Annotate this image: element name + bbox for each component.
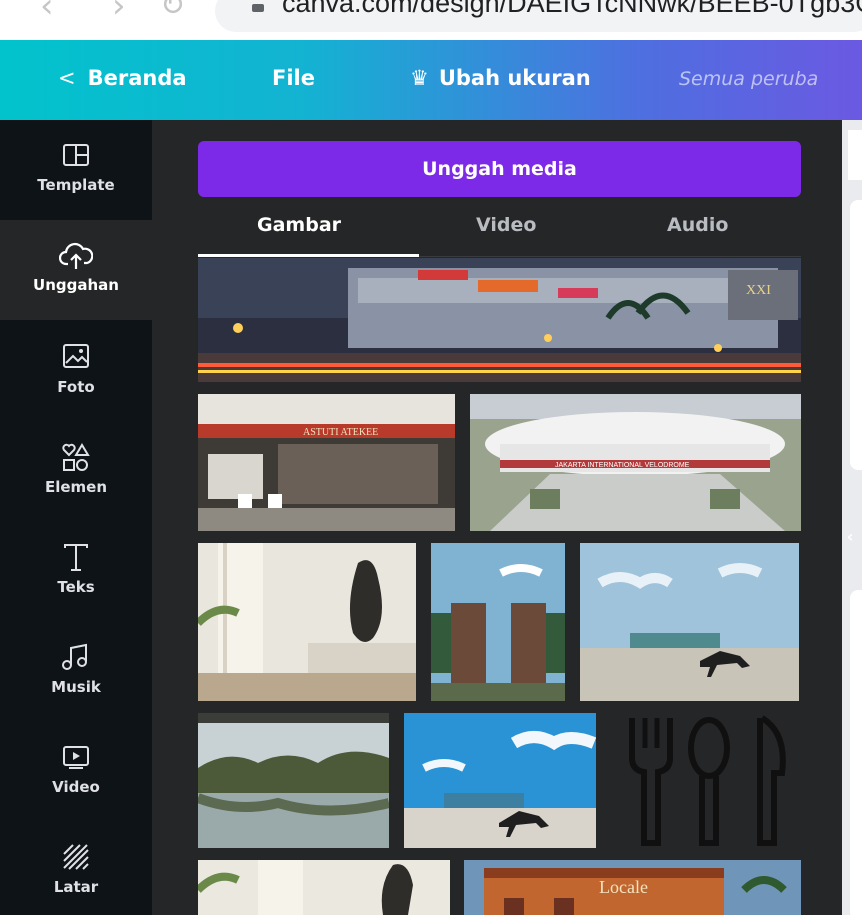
building-sign-text: Locale [599,877,648,897]
sidebar-label: Musik [51,678,101,696]
sidebar-item-unggahan[interactable]: Unggahan [0,220,152,320]
image-thumb-building-facade[interactable]: Locale [464,860,801,915]
cloud-upload-icon [0,242,152,274]
image-thumb-temple-gate[interactable] [431,543,565,701]
text-icon [0,542,152,574]
upload-media-button[interactable]: Unggah media [198,141,801,197]
file-menu-button[interactable]: File [272,66,315,90]
velodrome-sign-text: JAKARTA INTERNATIONAL VELODROME [555,462,690,469]
sidebar-item-elemen[interactable]: Elemen [0,420,152,520]
sidebar-item-video[interactable]: Video [0,720,152,820]
browser-forward-icon[interactable]: › [112,0,126,26]
sidebar-label: Elemen [44,478,108,496]
home-button[interactable]: < Beranda [58,66,187,90]
sidebar-item-template[interactable]: Template [0,120,152,220]
background-icon [0,842,152,874]
lock-icon [252,4,264,12]
sidebar-label: Latar [53,878,99,896]
tab-video[interactable]: Video [476,214,536,236]
sidebar-label: Unggahan [33,276,119,294]
home-label: Beranda [87,66,187,90]
chevron-left-icon: < [58,66,76,90]
editor-topbar: < Beranda File ♛ Ubah ukuran Semua peruba [0,40,862,120]
crown-icon: ♛ [410,66,429,90]
collapse-panel-icon[interactable]: ‹ [838,522,862,552]
sidebar-label: Template [37,176,115,194]
sidebar-item-teks[interactable]: Teks [0,520,152,620]
active-tab-indicator [198,254,419,257]
image-thumb-cutlery[interactable] [612,713,800,848]
image-thumb-velodrome-aerial[interactable]: JAKARTA INTERNATIONAL VELODROME [470,394,801,531]
browser-back-icon[interactable]: ‹ [40,0,54,26]
video-icon [0,742,152,774]
sidebar-item-musik[interactable]: Musik [0,620,152,720]
save-status-text: Semua peruba [679,68,819,90]
canvas-top-edge [848,130,862,180]
left-sidebar: Template Unggahan Foto Elemen Teks Musik [0,120,152,915]
sidebar-item-latar[interactable]: Latar [0,820,152,920]
photo-icon [0,342,152,374]
template-icon [0,142,152,174]
tab-gambar[interactable]: Gambar [257,214,341,236]
elements-icon [0,442,152,474]
image-thumb-horse-statue-field[interactable] [580,543,799,701]
image-thumb-statue-interior[interactable] [198,543,416,701]
url-text: canva.com/design/DAEIGTcNNwk/BEEB-0Tgb3G [282,0,862,18]
image-thumb-lake-trees[interactable] [198,713,389,848]
design-page-card[interactable] [850,200,862,470]
cinema-sign-text: XXI [746,283,771,298]
image-thumb-statue-interior-2[interactable] [198,860,450,915]
tab-audio[interactable]: Audio [667,214,728,236]
sidebar-label: Foto [57,378,95,396]
resize-button[interactable]: ♛ Ubah ukuran [410,66,591,90]
music-icon [0,642,152,674]
browser-reload-icon[interactable]: ↻ [160,0,185,23]
design-page-card[interactable] [850,590,862,920]
storefront-sign-text: ASTUTI ATEKEE [303,427,378,438]
image-thumb-horse-statue-sky[interactable] [404,713,596,848]
browser-toolbar: ‹ › ↻ canva.com/design/DAEIGTcNNwk/BEEB-… [0,0,862,40]
sidebar-item-foto[interactable]: Foto [0,320,152,420]
image-thumb-mall-night[interactable]: XXI [198,258,801,382]
sidebar-label: Video [52,778,100,796]
sidebar-label: Teks [57,578,95,596]
resize-label: Ubah ukuran [438,66,591,90]
image-thumb-storefront[interactable]: ASTUTI ATEKEE [198,394,455,531]
